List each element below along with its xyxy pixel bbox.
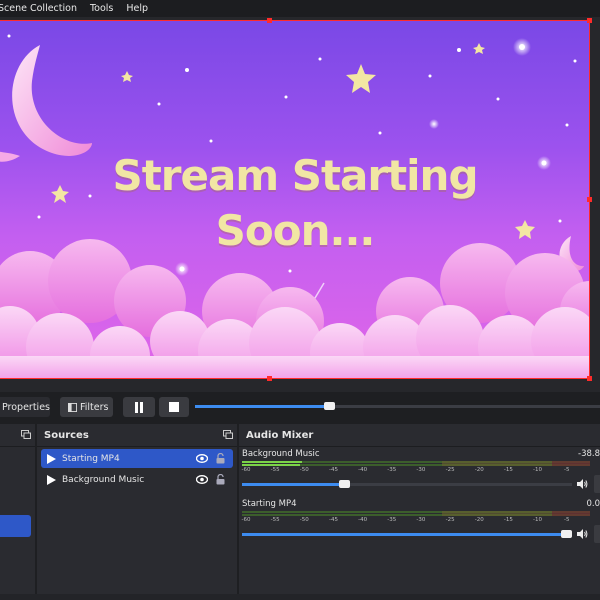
meter-tick-label: -15: [503, 517, 513, 523]
sources-dock-header: Sources: [37, 424, 237, 447]
meter-tick-label: -15: [503, 467, 513, 473]
meter-tick-label: -45: [328, 467, 338, 473]
filter-icon: [68, 402, 77, 412]
scenes-dock-header: [0, 424, 35, 447]
menu-bar: Scene Collection Tools Help: [0, 0, 600, 17]
meter-tick-label: -60: [241, 517, 251, 523]
sources-title: Sources: [44, 429, 89, 441]
headline-line2: Soon...: [215, 206, 376, 255]
meter-tick-label: -35: [387, 467, 397, 473]
moon-icon: [12, 45, 92, 156]
play-icon: [47, 453, 56, 464]
float-dock-icon[interactable]: [223, 430, 233, 439]
meter-tick-label: -35: [387, 517, 397, 523]
scene-artwork: [0, 34, 590, 379]
source-item-background-music[interactable]: Background Music: [41, 470, 233, 489]
speaker-icon[interactable]: [577, 479, 588, 489]
volume-fill: [242, 533, 569, 536]
lock-icon[interactable]: [216, 453, 225, 464]
meter-tick-label: -25: [445, 517, 455, 523]
filters-button[interactable]: Filters: [60, 397, 113, 417]
speaker-icon[interactable]: [577, 529, 588, 539]
volume-thumb[interactable]: [339, 480, 351, 488]
headline-line1: Stream Starting: [112, 151, 478, 200]
media-seek-slider[interactable]: [195, 402, 600, 410]
meter-tick-label: -5: [563, 467, 570, 473]
source-item-starting-mp4[interactable]: Starting MP4: [41, 449, 233, 468]
mixer-channel-background-music: Background Music -38.8 -60 -55 -50 -45 -40 -3…: [242, 449, 600, 499]
meter-tick-label: -55: [270, 517, 280, 523]
meter-tick-label: -40: [358, 467, 368, 473]
menu-help[interactable]: Help: [126, 3, 148, 14]
meter-tick-label: -10: [533, 467, 543, 473]
source-item-label: Starting MP4: [62, 453, 120, 464]
filters-label: Filters: [80, 401, 109, 413]
volume-meter: [242, 511, 590, 516]
seek-thumb[interactable]: [323, 402, 335, 410]
pause-button[interactable]: [123, 397, 155, 417]
stop-button[interactable]: [159, 397, 189, 417]
volume-thumb[interactable]: [561, 530, 572, 538]
meter-tick-label: -40: [358, 517, 368, 523]
channel-config-button[interactable]: [594, 525, 600, 543]
channel-config-button[interactable]: [594, 475, 600, 493]
meter-tick-label: -5: [563, 517, 570, 523]
audio-mixer-dock-header: Audio Mixer: [239, 424, 600, 447]
meter-tick-label: -20: [474, 467, 484, 473]
volume-slider[interactable]: [242, 480, 572, 488]
channel-name: Background Music: [242, 449, 320, 459]
meter-scale: -60 -55 -50 -45 -40 -35 -30 -25 -20 -15 -10 -5: [242, 467, 590, 475]
eye-icon[interactable]: [196, 475, 208, 484]
properties-label: Properties: [1, 401, 50, 413]
meter-tick-label: -25: [445, 467, 455, 473]
properties-button[interactable]: Properties: [0, 397, 50, 417]
source-item-label: Background Music: [62, 474, 145, 485]
audio-mixer-title: Audio Mixer: [246, 429, 314, 441]
scene-item-selected[interactable]: [0, 515, 31, 537]
dock-toolbar-strip: [0, 594, 600, 600]
meter-tick-label: -50: [299, 467, 309, 473]
volume-meter: [242, 461, 590, 466]
meter-tick-label: -10: [533, 517, 543, 523]
lock-icon[interactable]: [216, 474, 225, 485]
eye-icon[interactable]: [196, 454, 208, 463]
mixer-channel-starting-mp4: Starting MP4 0.0 -60 -55 -50 -45 -40 -35 -30 -2…: [242, 499, 600, 549]
source-toolbar: Properties Filters: [0, 392, 600, 424]
menu-tools[interactable]: Tools: [90, 3, 113, 14]
meter-tick-label: -50: [299, 517, 309, 523]
scenes-dock: [0, 424, 35, 600]
seek-progress-fill: [195, 405, 329, 408]
play-icon: [47, 474, 56, 485]
meter-tick-label: -30: [416, 467, 426, 473]
channel-level-db: -38.8: [578, 449, 600, 459]
menu-scene-collection[interactable]: Scene Collection: [0, 3, 77, 14]
float-dock-icon[interactable]: [21, 430, 31, 439]
preview-area: Stream Starting Soon...: [0, 17, 600, 392]
meter-tick-label: -55: [270, 467, 280, 473]
channel-level-db: 0.0: [586, 499, 600, 509]
channel-name: Starting MP4: [242, 499, 297, 509]
meter-tick-label: -20: [474, 517, 484, 523]
meter-tick-label: -60: [241, 467, 251, 473]
volume-slider[interactable]: [242, 530, 572, 538]
meter-tick-label: -30: [416, 517, 426, 523]
volume-fill: [242, 483, 345, 486]
stop-icon: [169, 402, 179, 412]
sources-dock: Sources Starting MP4 Background Music: [37, 424, 237, 600]
preview-canvas[interactable]: Stream Starting Soon...: [0, 21, 590, 379]
meter-scale: -60 -55 -50 -45 -40 -35 -30 -25 -20 -15 -10 -5: [242, 517, 590, 525]
meter-tick-label: -45: [328, 517, 338, 523]
pause-icon: [135, 401, 143, 413]
